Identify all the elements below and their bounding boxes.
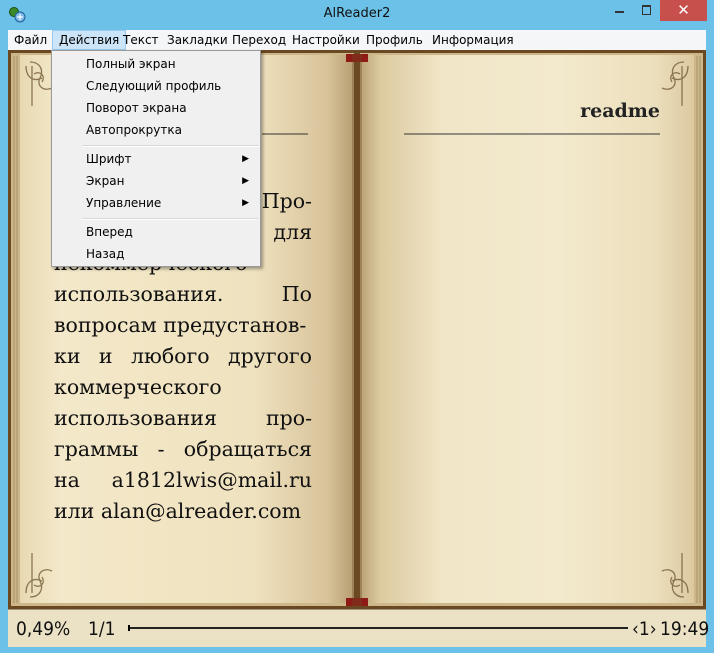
- menu-item-fullscreen[interactable]: Полный экран: [53, 53, 259, 75]
- text-word: использования.: [54, 282, 224, 306]
- app-window: AlReader2 ✕ Файл Действия Текст Закладки…: [0, 0, 714, 653]
- menu-navigate[interactable]: Переход: [226, 30, 292, 50]
- text-line: вопросам предустанов-: [54, 310, 312, 340]
- text-word: или alan@alreader.com: [54, 499, 302, 523]
- progress-fill: [128, 625, 130, 631]
- clock-time: 19:49: [660, 618, 710, 640]
- menu-bookmarks[interactable]: Закладки: [161, 30, 234, 50]
- submenu-arrow-icon: ▶: [242, 176, 249, 186]
- menu-item-label: Экран: [86, 174, 125, 188]
- menu-item-autoscroll[interactable]: Автопрокрутка: [53, 119, 259, 141]
- menu-item-back[interactable]: Назад: [53, 243, 259, 265]
- minimize-icon: [615, 11, 624, 13]
- menu-file[interactable]: Файл: [8, 30, 53, 50]
- menu-profile[interactable]: Профиль: [360, 30, 429, 50]
- close-icon: ✕: [677, 1, 690, 19]
- text-word: другого: [228, 344, 312, 368]
- text-word: граммы: [54, 437, 139, 461]
- menu-actions[interactable]: Действия: [52, 30, 127, 50]
- text-word: на: [54, 468, 80, 492]
- menu-item-next-profile[interactable]: Следующий профиль: [53, 75, 259, 97]
- text-word: обращаться: [183, 437, 312, 461]
- page-header-title: readme: [580, 100, 660, 122]
- text-word: любого: [130, 344, 210, 368]
- text-word: ки: [54, 344, 81, 368]
- menu-info[interactable]: Информация: [426, 30, 520, 50]
- text-line: использования про-: [54, 403, 312, 433]
- status-bar: 0,49% 1/1 ‹1› 19:49: [8, 609, 710, 647]
- submenu-arrow-icon: ▶: [242, 198, 249, 208]
- text-line: граммы - обращаться: [54, 434, 312, 464]
- text-word: для: [273, 220, 312, 244]
- text-word: и: [98, 344, 113, 368]
- menu-separator: [82, 218, 258, 220]
- text-line: использования. По: [54, 279, 312, 309]
- menu-item-label: Вперед: [86, 225, 133, 239]
- actions-dropdown-menu: Полный экран Следующий профиль Поворот э…: [51, 50, 261, 267]
- menu-item-rotate-screen[interactable]: Поворот экрана: [53, 97, 259, 119]
- menu-item-label: Полный экран: [86, 57, 176, 71]
- text-line: ки и любого другого: [54, 341, 312, 371]
- menu-item-font[interactable]: Шрифт ▶: [53, 148, 259, 170]
- maximize-icon: [642, 5, 651, 15]
- menu-item-label: Следующий профиль: [86, 79, 222, 93]
- menu-item-label: Шрифт: [86, 152, 132, 166]
- text-word: коммерческого: [54, 375, 222, 399]
- text-word: a1812lwis@mail.ru: [111, 468, 312, 492]
- menu-text[interactable]: Текст: [117, 30, 165, 50]
- menu-item-label: Управление: [86, 196, 162, 210]
- title-bar[interactable]: AlReader2 ✕: [0, 0, 714, 30]
- menu-item-label: Поворот экрана: [86, 101, 187, 115]
- text-word: Про-: [261, 189, 312, 213]
- menu-item-forward[interactable]: Вперед: [53, 221, 259, 243]
- progress-slider[interactable]: [128, 625, 628, 631]
- menu-item-control[interactable]: Управление ▶: [53, 192, 259, 214]
- progress-percent: 0,49%: [16, 618, 71, 640]
- page-marker: ‹1›: [632, 618, 657, 640]
- text-line: на a1812lwis@mail.ru: [54, 465, 312, 495]
- text-line: или alan@alreader.com: [54, 496, 312, 526]
- page-counter: 1/1: [88, 618, 116, 640]
- text-word: -: [157, 437, 165, 461]
- maximize-button[interactable]: [633, 0, 660, 21]
- submenu-arrow-icon: ▶: [242, 154, 249, 164]
- menu-item-label: Автопрокрутка: [86, 123, 182, 137]
- text-word: вопросам предустанов-: [54, 313, 307, 337]
- menu-separator: [82, 145, 258, 147]
- minimize-button[interactable]: [606, 0, 633, 21]
- close-button[interactable]: ✕: [660, 0, 707, 21]
- menu-item-label: Назад: [86, 247, 125, 261]
- menu-settings[interactable]: Настройки: [286, 30, 366, 50]
- menu-item-screen[interactable]: Экран ▶: [53, 170, 259, 192]
- menu-bar: Файл Действия Текст Закладки Переход Нас…: [8, 30, 706, 50]
- text-line: коммерческого: [54, 372, 312, 402]
- text-word: про-: [265, 406, 312, 430]
- text-word: По: [281, 282, 312, 306]
- text-word: использования: [54, 406, 217, 430]
